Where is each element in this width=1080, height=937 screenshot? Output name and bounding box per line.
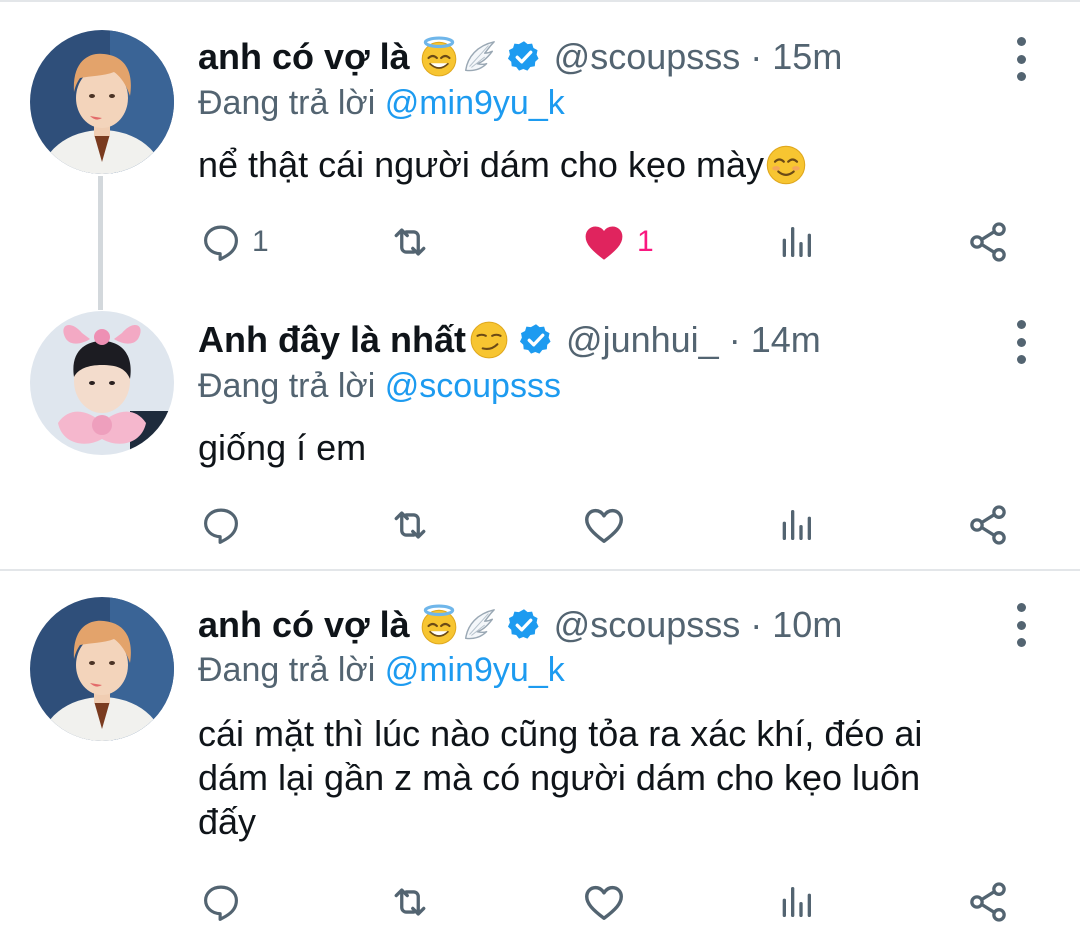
smiling-face-with-halo-icon: [418, 604, 460, 646]
tweet-3[interactable]: anh có vợ là @scoupsss · 10m Đang trả lờ…: [0, 571, 1080, 937]
verified-badge-icon: [506, 39, 542, 75]
more-options-icon[interactable]: [1004, 603, 1038, 647]
share-icon: [966, 880, 1010, 924]
tweet-text-body: giống í em: [198, 427, 367, 468]
more-options-icon[interactable]: [1004, 320, 1038, 364]
tweet-header: anh có vợ là @scoupsss · 15m: [198, 27, 842, 87]
reply-count: 1: [252, 225, 269, 258]
replying-to: Đang trả lời @min9yu_k: [198, 651, 565, 690]
separator: ·: [750, 604, 763, 645]
replying-mention[interactable]: @min9yu_k: [385, 651, 565, 689]
avatar[interactable]: [30, 311, 174, 455]
display-name[interactable]: anh có vợ là: [198, 36, 410, 78]
tweet-text-line: dám lại gần z mà có người dám cho kẹo lu…: [198, 757, 921, 798]
tweet-2[interactable]: Anh đây là nhất @junhui_ · 14m Đang trả …: [0, 283, 1080, 568]
reply-button[interactable]: 1: [200, 217, 269, 267]
retweet-button[interactable]: [388, 217, 432, 267]
tweet-text-body: nể thật cái người dám cho kẹo mày: [198, 144, 764, 185]
separator: ·: [750, 36, 763, 77]
verified-badge-icon: [518, 322, 554, 358]
username-handle[interactable]: @scoupsss: [554, 604, 741, 646]
tweet-header: anh có vợ là @scoupsss · 10m: [198, 595, 842, 655]
smiling-face-with-smiling-eyes-icon: [764, 143, 808, 187]
stats-button[interactable]: [776, 877, 816, 927]
retweet-button[interactable]: [388, 500, 432, 550]
avatar[interactable]: [30, 30, 174, 174]
tweet-1[interactable]: anh có vợ là @scoupsss · 15m Đang trả lờ…: [0, 0, 1080, 290]
reply-icon: [200, 504, 242, 546]
tweet-text: giống í em: [198, 426, 1038, 470]
retweet-button[interactable]: [388, 877, 432, 927]
replying-prefix: Đang trả lời: [198, 367, 376, 405]
stats-icon: [776, 882, 816, 922]
like-button[interactable]: [581, 877, 627, 927]
username-handle[interactable]: @scoupsss: [554, 36, 741, 78]
wing-icon: [460, 606, 498, 644]
tweet-header: Anh đây là nhất @junhui_ · 14m: [198, 310, 821, 370]
like-button[interactable]: [581, 500, 627, 550]
tweet-text: nể thật cái người dám cho kẹo mày: [198, 143, 1038, 187]
stats-button[interactable]: [776, 217, 816, 267]
stats-button[interactable]: [776, 500, 816, 550]
timestamp[interactable]: 14m: [751, 319, 821, 361]
tweet-text-line: đấy: [198, 801, 257, 842]
like-button[interactable]: 1: [581, 217, 654, 267]
retweet-icon: [388, 220, 432, 264]
tweet-text: cái mặt thì lúc nào cũng tỏa ra xác khí,…: [198, 712, 1038, 844]
reply-icon: [200, 221, 242, 263]
stats-icon: [776, 222, 816, 262]
display-name[interactable]: Anh đây là nhất: [198, 319, 466, 361]
like-count: 1: [637, 225, 654, 258]
replying-mention[interactable]: @min9yu_k: [385, 84, 565, 122]
timestamp[interactable]: 15m: [772, 36, 842, 78]
display-name[interactable]: anh có vợ là: [198, 604, 410, 646]
retweet-icon: [388, 880, 432, 924]
share-button[interactable]: [966, 500, 1010, 550]
tweet-text-line: cái mặt thì lúc nào cũng tỏa ra xác khí,…: [198, 713, 923, 754]
reply-icon: [200, 881, 242, 923]
reply-button[interactable]: [200, 500, 242, 550]
retweet-icon: [388, 503, 432, 547]
separator: ·: [728, 319, 741, 360]
replying-prefix: Đang trả lời: [198, 84, 376, 122]
replying-to: Đang trả lời @min9yu_k: [198, 84, 565, 123]
replying-mention[interactable]: @scoupsss: [385, 367, 561, 405]
reply-button[interactable]: [200, 877, 242, 927]
share-icon: [966, 220, 1010, 264]
avatar[interactable]: [30, 597, 174, 741]
smiling-face-with-halo-icon: [418, 36, 460, 78]
smirking-face-icon: [468, 319, 510, 361]
tweet-actions: 1 1: [198, 217, 1028, 267]
tweet-actions: [198, 877, 1028, 927]
share-icon: [966, 503, 1010, 547]
replying-prefix: Đang trả lời: [198, 651, 376, 689]
heart-icon: [581, 879, 627, 925]
username-handle[interactable]: @junhui_: [566, 319, 719, 361]
verified-badge-icon: [506, 607, 542, 643]
heart-filled-icon: [581, 219, 627, 265]
wing-icon: [460, 38, 498, 76]
share-button[interactable]: [966, 217, 1010, 267]
heart-icon: [581, 502, 627, 548]
replying-to: Đang trả lời @scoupsss: [198, 367, 561, 406]
share-button[interactable]: [966, 877, 1010, 927]
stats-icon: [776, 505, 816, 545]
timestamp[interactable]: 10m: [772, 604, 842, 646]
more-options-icon[interactable]: [1004, 37, 1038, 81]
tweet-actions: [198, 500, 1028, 550]
